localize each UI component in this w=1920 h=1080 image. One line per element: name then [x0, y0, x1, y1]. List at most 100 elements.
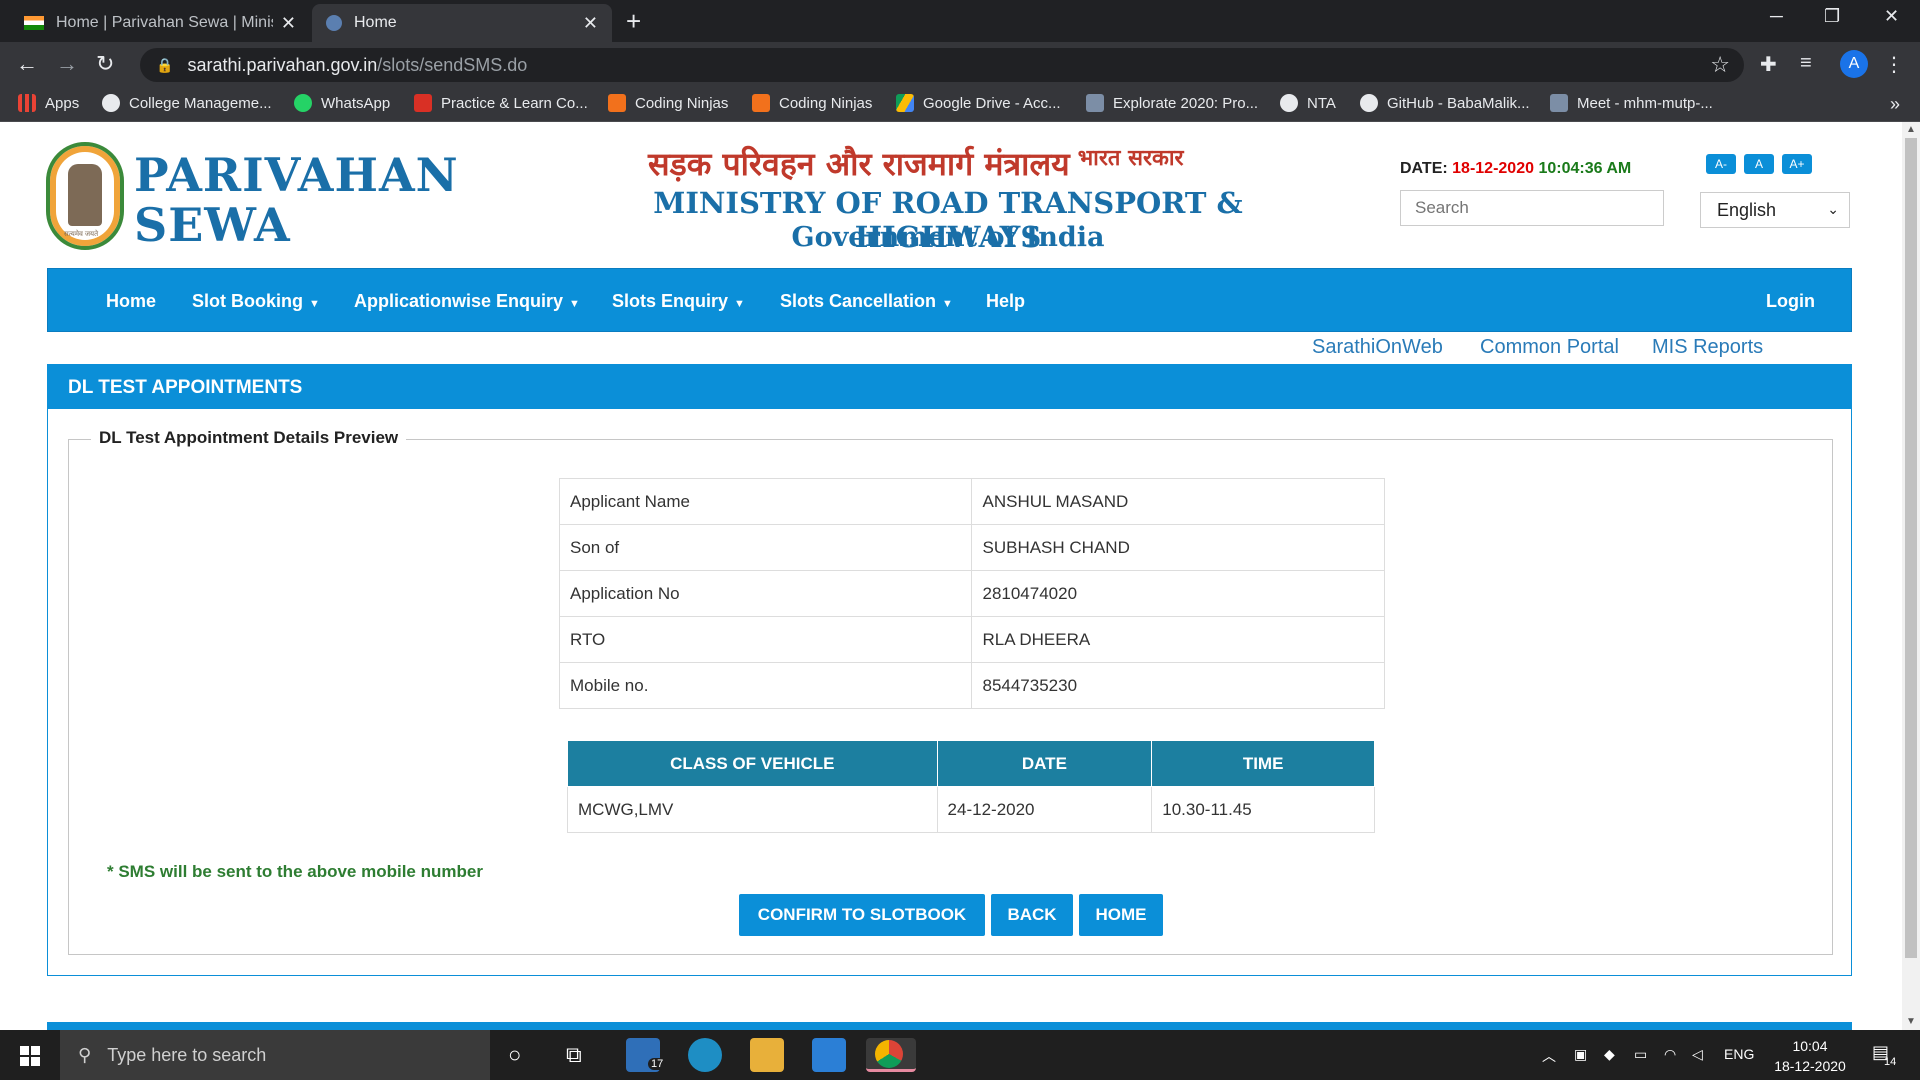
- detail-label: Applicant Name: [558, 478, 973, 525]
- table-header-row: CLASS OF VEHICLE DATE TIME: [567, 740, 1375, 787]
- applicant-details-table: Applicant Name ANSHUL MASAND Son of SUBH…: [558, 478, 1385, 709]
- brand-line-1: PARIVAHAN: [134, 148, 459, 202]
- cell-time: 10.30-11.45: [1151, 786, 1375, 833]
- nav-login[interactable]: Login: [1766, 291, 1815, 312]
- bookmark-practice-learn[interactable]: Practice & Learn Co...: [414, 94, 588, 112]
- browser-tab-home[interactable]: Home ✕: [312, 4, 612, 42]
- forward-arrow-icon[interactable]: →: [56, 51, 78, 77]
- detail-value: 2810474020: [971, 570, 1385, 617]
- bookmark-meet[interactable]: Meet - mhm-mutp-...: [1550, 94, 1713, 112]
- extensions-puzzle-icon[interactable]: ✚: [1760, 52, 1777, 77]
- wifi-icon[interactable]: ◠: [1664, 1046, 1676, 1063]
- nav-applicationwise-enquiry[interactable]: Applicationwise Enquiry ▼: [354, 291, 580, 312]
- input-language[interactable]: ENG: [1724, 1046, 1754, 1062]
- language-select[interactable]: English ⌄: [1700, 192, 1850, 228]
- sms-note: * SMS will be sent to the above mobile n…: [107, 862, 483, 881]
- detail-label: RTO: [558, 616, 973, 663]
- window-close-icon[interactable]: ✕: [1884, 6, 1899, 27]
- bookmark-star-icon[interactable]: ☆: [1710, 52, 1730, 78]
- bookmark-whatsapp[interactable]: WhatsApp: [294, 94, 390, 112]
- scroll-up-arrow-icon[interactable]: ▲: [1906, 124, 1916, 135]
- globe-icon: [102, 94, 120, 112]
- mail-app-icon[interactable]: 17: [626, 1038, 667, 1072]
- font-normal-button[interactable]: A: [1744, 154, 1774, 174]
- media-queue-icon[interactable]: ≡: [1800, 52, 1812, 75]
- table-row: Mobile no. 8544735230: [558, 662, 1385, 709]
- bookmarks-bar: Apps College Manageme... WhatsApp Practi…: [0, 88, 1920, 122]
- nav-slot-booking[interactable]: Slot Booking ▼: [192, 291, 320, 312]
- windows-start-icon[interactable]: [20, 1046, 40, 1066]
- detail-label: Mobile no.: [558, 662, 973, 709]
- time-value: 10:04:36 AM: [1538, 160, 1632, 177]
- maximize-icon[interactable]: ❐: [1824, 6, 1840, 27]
- detail-value: RLA DHEERA: [971, 616, 1385, 663]
- back-button[interactable]: BACK: [991, 894, 1073, 936]
- link-sarathionweb[interactable]: SarathiOnWeb: [1312, 336, 1443, 359]
- caret-down-icon: ▼: [309, 298, 320, 310]
- profile-avatar[interactable]: A: [1840, 50, 1868, 78]
- minimize-icon[interactable]: ─: [1770, 6, 1783, 27]
- task-view-icon[interactable]: ⧉: [566, 1042, 582, 1068]
- bookmark-coding-ninjas-2[interactable]: Coding Ninjas: [752, 94, 872, 112]
- back-arrow-icon[interactable]: ←: [16, 51, 38, 77]
- taskbar-search-box[interactable]: ⚲ Type here to search: [60, 1030, 490, 1080]
- nav-help[interactable]: Help: [986, 291, 1025, 312]
- kebab-menu-icon[interactable]: ⋮: [1884, 52, 1904, 77]
- meet-now-icon[interactable]: ▣: [1574, 1046, 1587, 1063]
- volume-icon[interactable]: ◁: [1692, 1046, 1703, 1063]
- url-path: /slots/sendSMS.do: [377, 54, 528, 75]
- coding-ninjas-icon: [608, 94, 626, 112]
- table-row: Son of SUBHASH CHAND: [558, 524, 1385, 571]
- close-icon[interactable]: ✕: [281, 13, 296, 34]
- caret-down-icon: ▼: [942, 298, 953, 310]
- whatsapp-icon: [294, 94, 312, 112]
- appointment-preview-fieldset: DL Test Appointment Details Preview Appl…: [68, 428, 1833, 955]
- bookmark-google-drive[interactable]: Google Drive - Acc...: [896, 94, 1061, 112]
- page-scrollbar[interactable]: ▲ ▼: [1902, 122, 1920, 1030]
- bookmark-coding-ninjas-1[interactable]: Coding Ninjas: [608, 94, 728, 112]
- date-time-display: DATE: 18-12-2020 10:04:36 AM: [1400, 160, 1632, 177]
- address-bar[interactable]: 🔒 sarathi.parivahan.gov.in/slots/sendSMS…: [140, 48, 1744, 82]
- dropbox-icon[interactable]: ◆: [1604, 1046, 1615, 1063]
- lock-icon[interactable]: 🔒: [156, 57, 173, 74]
- chevron-right-icon[interactable]: »: [1890, 94, 1900, 115]
- system-clock[interactable]: 10:04 18-12-2020: [1770, 1036, 1850, 1076]
- nav-slots-cancellation[interactable]: Slots Cancellation ▼: [780, 291, 953, 312]
- new-tab-plus-icon[interactable]: +: [626, 6, 641, 37]
- dl-test-appointments-panel: DL TEST APPOINTMENTS DL Test Appointment…: [47, 364, 1852, 976]
- bookmark-github[interactable]: GitHub - BabaMalik...: [1360, 94, 1530, 112]
- battery-icon[interactable]: ▭: [1634, 1046, 1647, 1063]
- cortana-circle-icon[interactable]: ○: [508, 1042, 521, 1068]
- chrome-taskbar-button[interactable]: [866, 1038, 916, 1072]
- browser-tab-parivahan[interactable]: Home | Parivahan Sewa | Ministry ✕: [10, 4, 310, 42]
- link-common-portal[interactable]: Common Portal: [1480, 336, 1619, 359]
- nav-home[interactable]: Home: [106, 291, 156, 312]
- site-search-input[interactable]: [1400, 190, 1664, 226]
- font-decrease-button[interactable]: A-: [1706, 154, 1736, 174]
- scrollbar-thumb[interactable]: [1905, 138, 1917, 958]
- edge-browser-icon[interactable]: [688, 1038, 722, 1072]
- home-button[interactable]: HOME: [1079, 894, 1163, 936]
- bookmark-college-management[interactable]: College Manageme...: [102, 94, 272, 112]
- file-explorer-icon[interactable]: [750, 1038, 784, 1072]
- detail-label: Application No: [558, 570, 973, 617]
- windows-taskbar: ⚲ Type here to search ○ ⧉ 17 ︿ ▣ ◆ ▭ ◠ ◁…: [0, 1030, 1920, 1080]
- confirm-slotbook-button[interactable]: CONFIRM TO SLOTBOOK: [739, 894, 985, 936]
- bookmark-explorate[interactable]: Explorate 2020: Pro...: [1086, 94, 1258, 112]
- nav-slots-enquiry[interactable]: Slots Enquiry ▼: [612, 291, 745, 312]
- google-drive-icon: [896, 94, 914, 112]
- word-app-icon[interactable]: [812, 1038, 846, 1072]
- font-increase-button[interactable]: A+: [1782, 154, 1812, 174]
- scroll-down-arrow-icon[interactable]: ▼: [1906, 1016, 1916, 1027]
- apps-grid-icon: [18, 94, 36, 112]
- close-icon[interactable]: ✕: [583, 13, 598, 34]
- link-mis-reports[interactable]: MIS Reports: [1652, 336, 1763, 359]
- bookmark-apps[interactable]: Apps: [18, 94, 79, 112]
- tray-expand-icon[interactable]: ︿: [1542, 1046, 1556, 1066]
- column-header-date: DATE: [936, 740, 1153, 787]
- table-row: MCWG,LMV 24-12-2020 10.30-11.45: [567, 786, 1375, 833]
- reload-icon[interactable]: ↻: [96, 51, 114, 77]
- parivahan-emblem-logo[interactable]: सत्यमेव जयते: [46, 142, 124, 250]
- ministry-hindi-title: सड़क परिवहन और राजमार्ग मंत्रालय भारत सरक…: [648, 145, 1184, 183]
- bookmark-nta[interactable]: NTA: [1280, 94, 1336, 112]
